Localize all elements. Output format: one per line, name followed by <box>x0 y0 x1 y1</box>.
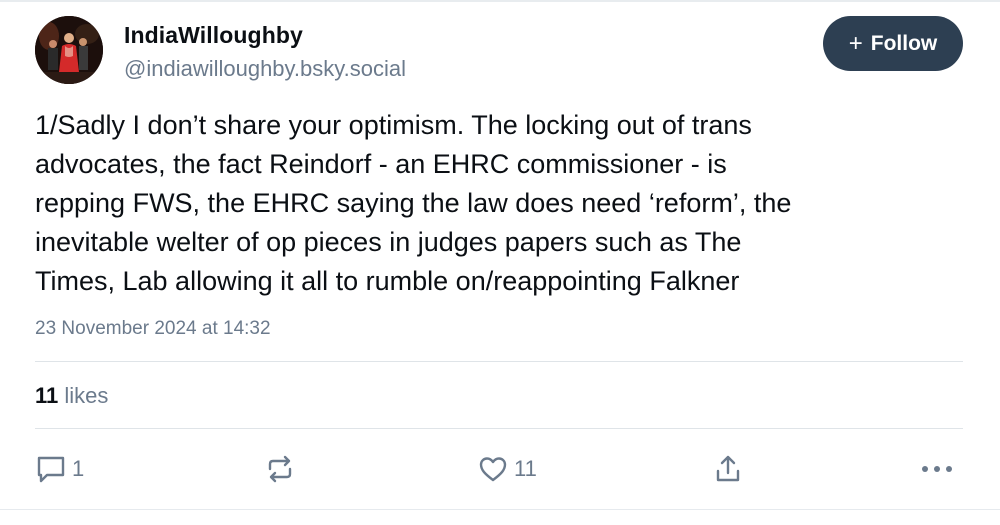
author-handle[interactable]: @indiawilloughby.bsky.social <box>124 56 406 82</box>
avatar[interactable] <box>35 16 103 84</box>
reply-count: 1 <box>72 456 85 481</box>
like-button[interactable]: 11 <box>478 453 537 485</box>
post-text-line: repping FWS, the EHRC saying the law doe… <box>35 188 792 218</box>
heart-icon <box>479 457 507 482</box>
post-text-line: Times, Lab allowing it all to rumble on/… <box>35 266 740 296</box>
post-timestamp[interactable]: 23 November 2024 at 14:32 <box>35 318 271 340</box>
reply-icon <box>37 456 65 483</box>
repost-icon <box>268 455 292 483</box>
likes-label: likes <box>64 383 109 408</box>
post-text-line: inevitable welter of op pieces in judges… <box>35 227 742 257</box>
share-icon <box>716 455 740 482</box>
post-card: IndiaWilloughby @indiawilloughby.bsky.so… <box>0 0 1000 525</box>
divider <box>35 428 963 429</box>
likes-summary[interactable]: 11 likes <box>35 383 108 409</box>
post-text-line: 1/Sadly I don’t share your optimism. The… <box>35 110 752 140</box>
follow-button-label: Follow <box>870 31 938 55</box>
more-horizontal-icon <box>922 466 952 472</box>
repost-button[interactable] <box>265 453 301 485</box>
divider <box>35 361 963 362</box>
more-options-button[interactable] <box>920 453 954 485</box>
post-text: 1/Sadly I don’t share your optimism. The… <box>35 106 955 301</box>
author-display-name[interactable]: IndiaWilloughby <box>124 22 303 49</box>
divider <box>0 509 1000 510</box>
share-button[interactable] <box>714 453 742 485</box>
plus-icon: + <box>848 29 863 57</box>
post-text-line: advocates, the fact Reindorf - an EHRC c… <box>35 149 727 179</box>
follow-button[interactable]: + Follow <box>823 16 963 71</box>
like-count: 11 <box>514 456 537 481</box>
avatar-image <box>35 16 103 84</box>
reply-button[interactable]: 1 <box>36 453 84 485</box>
likes-count: 11 <box>35 383 59 408</box>
